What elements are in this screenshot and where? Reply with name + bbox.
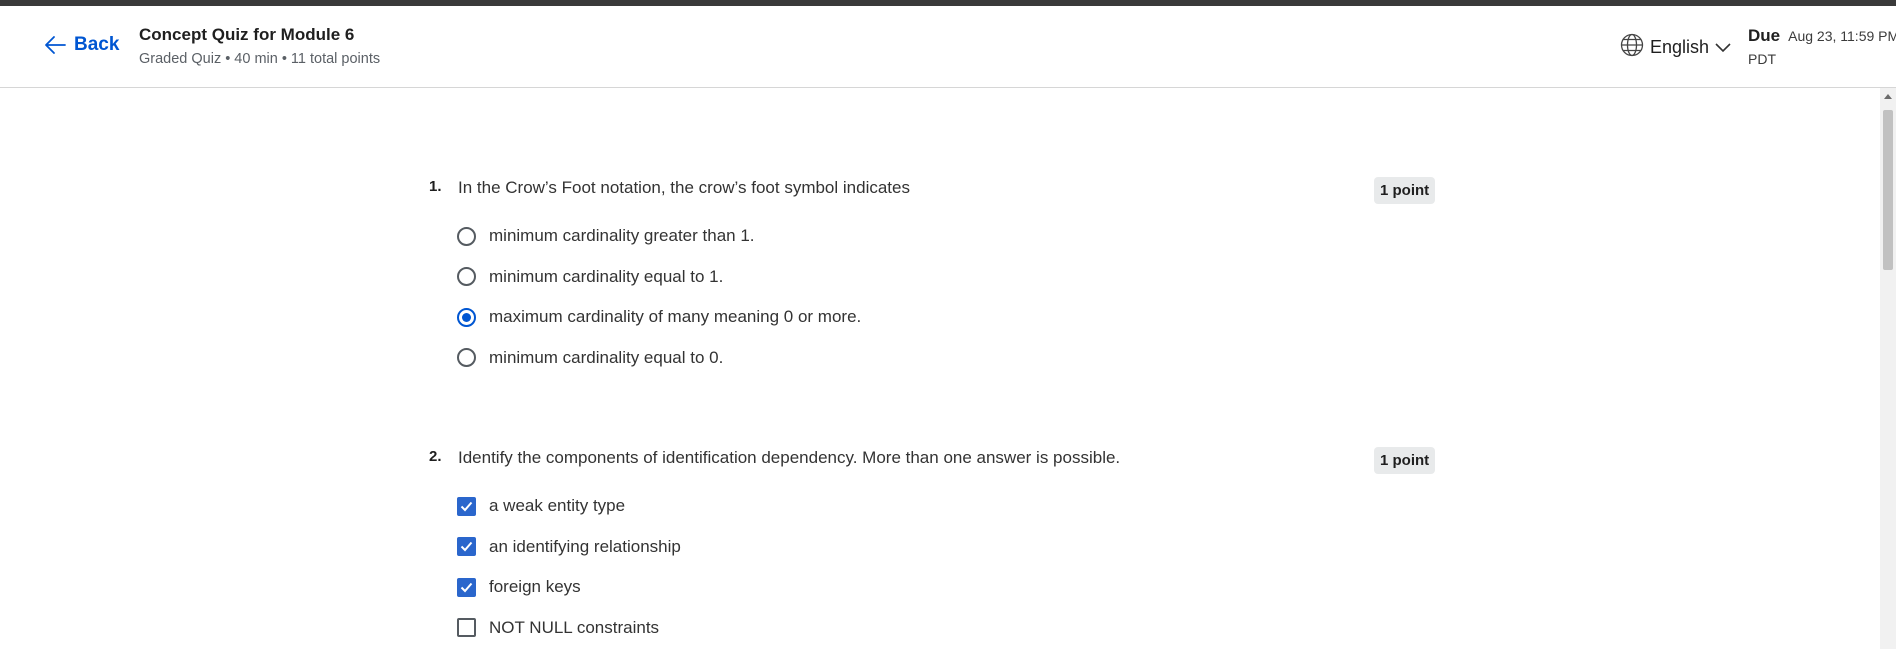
question-number: 1. (429, 178, 442, 195)
radio-option[interactable]: maximum cardinality of many meaning 0 or… (457, 297, 861, 338)
quiz-info: Concept Quiz for Module 6 Graded Quiz • 40… (139, 25, 380, 67)
quiz-header: Back Concept Quiz for Module 6 Graded Qu… (0, 6, 1896, 88)
scrollbar[interactable] (1880, 88, 1896, 649)
quiz-content: 1. In the Crow’s Foot notation, the crow… (0, 88, 1880, 649)
radio-button[interactable] (457, 226, 476, 246)
quiz-duration: 40 min (234, 51, 278, 67)
language-label: English (1650, 37, 1710, 57)
back-button[interactable]: Back (44, 34, 119, 56)
due-label: Due (1748, 26, 1781, 45)
quiz-meta: Graded Quiz • 40 min • 11 total points (139, 51, 380, 67)
chevron-down-icon (1715, 37, 1731, 58)
page-title: Concept Quiz for Module 6 (139, 25, 355, 44)
option-label: foreign keys (489, 577, 581, 597)
scroll-up-arrow-icon[interactable] (1884, 94, 1892, 99)
question-text: Identify the components of identificatio… (458, 448, 1121, 467)
back-label: Back (74, 34, 120, 55)
checkbox-option[interactable]: an identifying relationship (457, 527, 681, 568)
radio-button[interactable] (457, 267, 476, 287)
points-badge: 1 point (1374, 447, 1436, 474)
option-label: maximum cardinality of many meaning 0 or… (489, 307, 862, 327)
due-timezone: PDT (1748, 51, 1776, 67)
radio-button-selected[interactable] (457, 307, 476, 327)
meta-separator: • (225, 51, 231, 67)
checkmark-icon (460, 501, 473, 512)
due-date-info: Due Aug 23, 11:59 PM PDT (1748, 26, 1896, 67)
radio-option[interactable]: minimum cardinality greater than 1. (457, 216, 861, 257)
globe-icon (1620, 33, 1644, 62)
points-badge: 1 point (1374, 177, 1436, 204)
question-text: In the Crow’s Foot notation, the crow’s … (458, 178, 910, 197)
checkbox[interactable] (457, 618, 476, 638)
scrollbar-thumb[interactable] (1883, 110, 1893, 270)
checkbox-checked[interactable] (457, 496, 476, 516)
option-label: a weak entity type (489, 496, 626, 516)
arrow-left-icon (44, 35, 66, 55)
option-label: minimum cardinality equal to 0. (489, 347, 724, 367)
checkmark-icon (460, 542, 473, 552)
language-selector[interactable]: English (1620, 33, 1731, 62)
quiz-type: Graded Quiz (139, 51, 222, 67)
radio-button[interactable] (457, 348, 476, 368)
checkbox-option[interactable]: NOT NULL constraints (457, 608, 681, 649)
quiz-points: 11 total points (290, 51, 381, 67)
radio-option[interactable]: minimum cardinality equal to 0. (457, 338, 861, 379)
answer-options: minimum cardinality greater than 1. mini… (457, 216, 861, 378)
meta-separator: • (281, 51, 287, 67)
question-number: 2. (429, 448, 442, 465)
answer-options: a weak entity type an identifying relati… (457, 486, 681, 648)
checkbox-option[interactable]: foreign keys (457, 567, 681, 608)
due-date: Aug 23, 11:59 PM (1788, 28, 1896, 44)
radio-option[interactable]: minimum cardinality equal to 1. (457, 257, 861, 298)
option-label: NOT NULL constraints (489, 617, 660, 637)
checkbox-option[interactable]: a weak entity type (457, 486, 681, 527)
checkbox-checked[interactable] (457, 577, 476, 597)
option-label: minimum cardinality greater than 1. (489, 226, 755, 246)
option-label: minimum cardinality equal to 1. (489, 266, 724, 286)
checkmark-icon (460, 582, 473, 593)
checkbox-checked[interactable] (457, 537, 476, 557)
option-label: an identifying relationship (489, 536, 681, 556)
